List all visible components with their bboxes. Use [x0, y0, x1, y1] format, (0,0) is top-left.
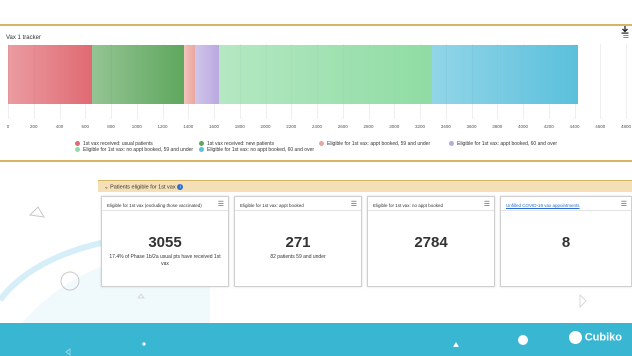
kpi-card-unfilled-appointments: Unfilled COVID-19 vax appointments ☰ 8	[500, 196, 632, 287]
legend-dot	[75, 147, 80, 153]
chart-title: Vax 1 tracker	[6, 35, 41, 41]
x-tick-label: 2800	[363, 124, 374, 129]
x-tick-label: 2400	[311, 124, 323, 129]
x-tick-label: 2200	[286, 124, 297, 129]
bar-segment[interactable]	[91, 45, 185, 104]
bar-segment[interactable]	[194, 45, 220, 104]
x-tick-label: 4400	[569, 124, 580, 129]
x-tick-label: 200	[29, 124, 38, 129]
kpi-value: 271	[285, 234, 311, 251]
x-tick-label: 3800	[492, 124, 503, 129]
divider	[368, 210, 494, 211]
cubiko-logo-icon	[568, 331, 582, 344]
legend-dot	[199, 141, 204, 147]
legend-item[interactable]: Eligible for 1st vax: appt booked, 60 an…	[449, 141, 557, 147]
legend-dot	[449, 141, 454, 147]
x-tick-label: 1200	[157, 124, 168, 129]
x-tick-label: 4000	[517, 124, 529, 129]
kpi-menu-icon[interactable]: ☰	[218, 200, 224, 208]
kpi-menu-icon[interactable]: ☰	[621, 200, 627, 208]
kpi-card-appt-booked: Eligible for 1st vax: appt booked ☰ 271 …	[234, 196, 362, 287]
divider	[102, 210, 228, 211]
x-tick-label: 600	[81, 124, 90, 129]
x-tick-label: 1800	[234, 124, 245, 129]
kpi-title: Eligible for 1st vax: no appt booked	[373, 203, 444, 208]
kpi-card-no-appt-booked: Eligible for 1st vax: no appt booked ☰ 2…	[367, 196, 495, 287]
kpi-title: Eligible for 1st vax: appt booked	[240, 203, 304, 208]
x-tick-label: 800	[107, 124, 115, 129]
logo-text: Cubiko	[584, 331, 622, 344]
legend-dot	[199, 147, 204, 153]
x-tick-label: 3000	[389, 124, 400, 129]
x-tick-label: 1000	[131, 124, 142, 129]
x-tick-label: 3600	[466, 124, 477, 129]
legend-label: Eligible for 1st vax: no appt booked, 59…	[83, 147, 194, 153]
section-title: Patients eligible for 1st vax	[110, 184, 176, 191]
legend-item[interactable]: Eligible for 1st vax: no appt booked, 59…	[75, 147, 193, 153]
x-tick-label: 4600	[595, 124, 606, 129]
download-icon[interactable]	[621, 26, 629, 36]
x-tick-label: 400	[55, 124, 64, 129]
legend-dot	[319, 141, 324, 147]
legend-item[interactable]: Eligible for 1st vax: appt booked, 59 an…	[319, 141, 430, 147]
kpi-menu-icon[interactable]: ☰	[484, 200, 490, 208]
kpi-card-eligible-total: Eligible for 1st vax (excluding those va…	[101, 196, 229, 287]
kpi-menu-icon[interactable]: ☰	[351, 200, 357, 208]
legend-dot	[75, 141, 80, 147]
unfilled-appointments-link[interactable]: Unfilled COVID-19 vax appointments	[506, 203, 580, 208]
kpi-title: Eligible for 1st vax (excluding those va…	[107, 203, 202, 208]
x-axis: 0 200 400 600 800 1000 1200 1400 1600 1800 2000 220…	[0, 124, 632, 132]
x-tick-label: 3200	[414, 124, 426, 129]
kpi-value: 2784	[414, 234, 448, 251]
x-tick-label: 1600	[208, 124, 220, 129]
kpi-subtext: 17.4% of Phase 1b/2a usual pts have rece…	[109, 254, 221, 267]
legend-item[interactable]: Eligible for 1st vax: no appt booked, 60…	[199, 147, 314, 153]
chevron-down-icon[interactable]: ⌄	[104, 184, 109, 190]
gridline	[626, 44, 627, 119]
bar-segment[interactable]	[431, 45, 578, 104]
footer-decoration	[65, 335, 528, 356]
divider	[235, 210, 361, 211]
legend-label: Eligible for 1st vax: no appt booked, 60…	[207, 147, 315, 153]
x-tick-label: 0	[6, 124, 10, 129]
bar-segment[interactable]	[8, 45, 92, 104]
cubiko-logo: Cubiko	[568, 331, 622, 344]
divider	[501, 210, 631, 211]
x-tick-label: 2600	[337, 124, 348, 129]
x-tick-label: 1400	[183, 124, 194, 129]
info-icon[interactable]: i	[177, 184, 184, 190]
kpi-subtext: 82 patients 59 and under	[270, 254, 326, 260]
section-header-eligible[interactable]: ⌄ Patients eligible for 1st vax i	[98, 180, 632, 192]
legend-label: Eligible for 1st vax: appt booked, 60 an…	[457, 141, 558, 147]
x-tick-label: 4200	[543, 124, 554, 129]
kpi-value: 3055	[148, 234, 182, 251]
x-tick-label: 4800	[620, 124, 632, 129]
gridline	[600, 44, 602, 119]
x-tick-label: 3400	[440, 124, 451, 129]
x-tick-label: 2000	[260, 124, 271, 129]
bar-segment[interactable]	[184, 45, 195, 104]
bar-segment[interactable]	[219, 45, 432, 104]
kpi-value: 8	[561, 234, 571, 251]
legend-label: Eligible for 1st vax: appt booked, 59 an…	[327, 141, 431, 147]
